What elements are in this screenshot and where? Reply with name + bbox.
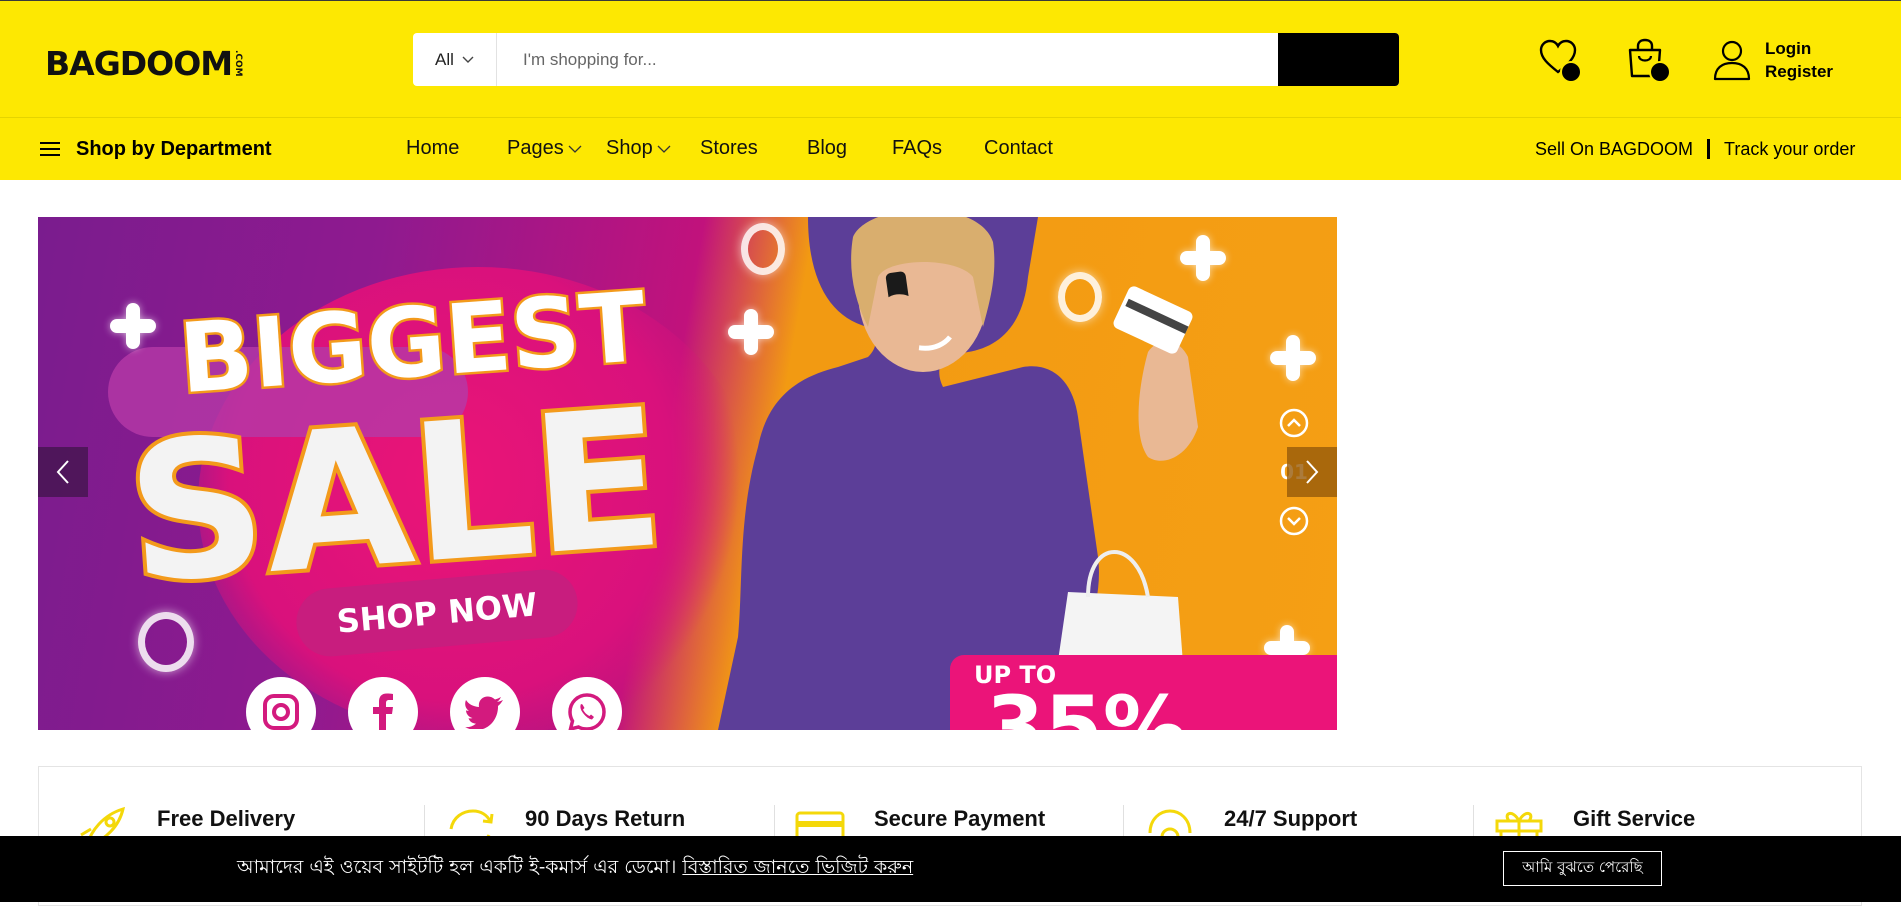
- account-links: Login Register: [1765, 37, 1833, 83]
- nav-item-faqs[interactable]: FAQs: [892, 137, 942, 160]
- nav-item-blog[interactable]: Blog: [807, 137, 847, 160]
- top-header: BAGDOOM .COM All Login: [0, 0, 1901, 117]
- search-button[interactable]: [1278, 33, 1399, 86]
- feature-title: Gift Service: [1573, 806, 1696, 831]
- nav-item-shop[interactable]: Shop: [606, 137, 671, 160]
- site-logo[interactable]: BAGDOOM .COM: [45, 37, 243, 89]
- chevron-down-icon: [568, 145, 582, 153]
- cookie-message-text: আমাদের এই ওয়েব সাইটটি হল একটি ই-কমার্স …: [237, 856, 677, 878]
- cookie-notice-bar: আমাদের এই ওয়েব সাইটটি হল একটি ই-কমার্স …: [0, 836, 1901, 902]
- feature-title: Free Delivery: [157, 806, 296, 831]
- nav-item-contact[interactable]: Contact: [984, 137, 1053, 160]
- register-link[interactable]: Register: [1765, 60, 1833, 83]
- cookie-accept-button[interactable]: আমি বুঝতে পেরেছি: [1503, 851, 1662, 886]
- nav-item-home[interactable]: Home: [406, 137, 459, 160]
- nav-separator: [1707, 139, 1711, 159]
- nav-item-label: Stores: [700, 137, 758, 159]
- nav-secondary-links: Sell On BAGDOOM Track your order: [1535, 118, 1855, 180]
- hero-slider[interactable]: BIGGEST SALE SHOP NOW UP TO 35%: [38, 217, 1337, 730]
- main-navigation: Shop by Department Home Pages Shop Store…: [0, 117, 1901, 180]
- search-input[interactable]: [497, 33, 1278, 86]
- feature-title: 90 Days Return: [525, 806, 686, 831]
- search-bar: All: [413, 33, 1399, 86]
- chevron-down-icon: [462, 56, 474, 63]
- chevron-left-icon: [56, 460, 69, 484]
- slide-up-icon[interactable]: [1278, 407, 1310, 439]
- promo-value: 35%: [986, 678, 1188, 730]
- nav-item-label: Shop: [606, 137, 653, 159]
- wishlist-count-badge: [1560, 61, 1582, 83]
- slide-down-icon[interactable]: [1278, 505, 1310, 537]
- cart-button[interactable]: [1625, 37, 1671, 83]
- chevron-right-icon: [1306, 460, 1319, 484]
- shop-by-department-button[interactable]: Shop by Department: [40, 118, 272, 180]
- account-area: Login Register: [1713, 37, 1833, 83]
- search-category-select[interactable]: All: [413, 33, 497, 86]
- user-icon[interactable]: [1713, 39, 1751, 81]
- track-order-link[interactable]: Track your order: [1724, 139, 1855, 160]
- hero-model-image: [718, 217, 1198, 730]
- feature-title: 24/7 Support: [1224, 806, 1358, 831]
- slider-prev-button[interactable]: [38, 447, 88, 497]
- nav-item-label: Pages: [507, 137, 564, 159]
- nav-item-label: Blog: [807, 137, 848, 159]
- login-link[interactable]: Login: [1765, 37, 1833, 60]
- nav-item-stores[interactable]: Stores: [700, 137, 758, 160]
- wishlist-button[interactable]: [1538, 39, 1582, 83]
- nav-item-pages[interactable]: Pages: [507, 137, 582, 160]
- hamburger-menu-icon: [40, 142, 60, 156]
- feature-title: Secure Payment: [874, 806, 1046, 831]
- cart-count-badge: [1649, 61, 1671, 83]
- promo-badge: UP TO 35%: [950, 655, 1337, 730]
- chevron-down-icon: [657, 145, 671, 153]
- cookie-details-link[interactable]: বিস্তারিত জানতে ভিজিট করুন: [682, 853, 913, 885]
- hero-artwork: BIGGEST SALE: [117, 217, 1198, 730]
- nav-item-label: FAQs: [892, 137, 943, 159]
- search-category-label: All: [435, 49, 454, 69]
- logo-text: BAGDOOM: [45, 43, 233, 83]
- sell-on-link[interactable]: Sell On BAGDOOM: [1535, 139, 1693, 160]
- department-label: Shop by Department: [76, 137, 272, 160]
- slider-next-button[interactable]: [1287, 447, 1337, 497]
- nav-item-label: Home: [406, 137, 460, 159]
- logo-suffix: .COM: [233, 49, 244, 77]
- cookie-message: আমাদের এই ওয়েব সাইটটি হল একটি ই-কমার্স …: [237, 836, 913, 902]
- nav-item-label: Contact: [984, 137, 1053, 159]
